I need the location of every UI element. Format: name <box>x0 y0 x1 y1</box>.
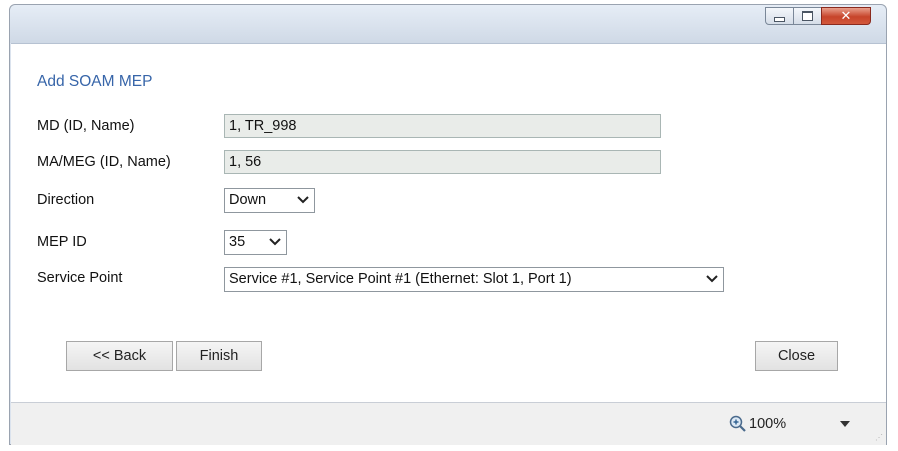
maximize-icon <box>802 11 813 21</box>
mep-id-select[interactable]: 35 <box>224 230 287 255</box>
direction-value: Down <box>229 192 267 208</box>
chevron-down-icon <box>269 238 281 246</box>
dialog-title: Add SOAM MEP <box>37 73 153 90</box>
status-bar: 100% ⋰ <box>11 402 886 445</box>
direction-select[interactable]: Down <box>224 188 315 213</box>
service-point-select[interactable]: Service #1, Service Point #1 (Ethernet: … <box>224 267 724 292</box>
ma-meg-field: 1, 56 <box>224 150 661 174</box>
md-label: MD (ID, Name) <box>37 118 135 134</box>
zoom-control[interactable]: 100% <box>729 415 786 433</box>
minimize-icon <box>774 16 785 22</box>
finish-button[interactable]: Finish <box>176 341 262 371</box>
close-window-button[interactable]: ✕ <box>821 7 871 25</box>
title-bar[interactable]: ✕ <box>10 5 886 43</box>
resize-grip[interactable]: ⋰ <box>875 434 883 442</box>
zoom-icon <box>729 415 746 432</box>
minimize-button[interactable] <box>765 7 794 25</box>
direction-label: Direction <box>37 192 95 208</box>
back-button[interactable]: << Back <box>66 341 173 371</box>
mep-id-value: 35 <box>229 234 246 250</box>
md-field: 1, TR_998 <box>224 114 661 138</box>
service-point-label: Service Point <box>37 270 123 286</box>
mep-id-label: MEP ID <box>37 234 87 250</box>
zoom-level: 100% <box>749 416 787 432</box>
maximize-button[interactable] <box>793 7 822 25</box>
ma-meg-label: MA/MEG (ID, Name) <box>37 154 171 170</box>
close-icon: ✕ <box>840 8 852 24</box>
chevron-down-icon <box>297 196 309 204</box>
caption-buttons: ✕ <box>765 7 871 25</box>
dialog-content: Add SOAM MEP MD (ID, Name) 1, TR_998 MA/… <box>11 43 886 402</box>
dialog-window: ✕ Add SOAM MEP MD (ID, Name) 1, TR_998 M… <box>9 4 887 445</box>
service-point-value: Service #1, Service Point #1 (Ethernet: … <box>229 271 572 287</box>
close-button[interactable]: Close <box>755 341 838 371</box>
chevron-down-icon <box>706 275 718 283</box>
zoom-dropdown-icon[interactable] <box>840 421 850 427</box>
